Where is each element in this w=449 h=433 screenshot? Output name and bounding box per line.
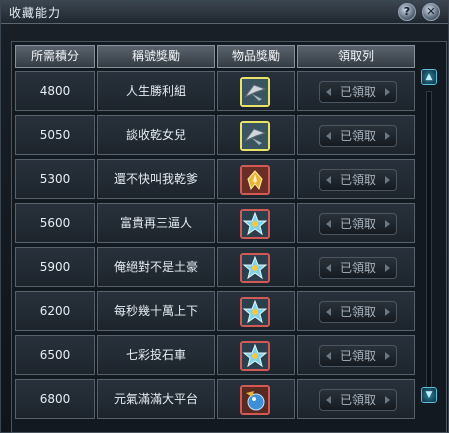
title-cell: 元氣滿滿大平台	[97, 379, 215, 419]
reward-row: 6500 七彩投石車 已領取	[15, 335, 415, 375]
title-reward-text: 俺絕對不是土豪	[113, 260, 198, 274]
points-cell: 5600	[15, 203, 95, 243]
points-cell: 6800	[15, 379, 95, 419]
title-cell: 俺絕對不是土豪	[97, 247, 215, 287]
points-value: 4800	[39, 84, 71, 98]
claimed-button[interactable]: 已領取	[319, 213, 397, 235]
claimed-button[interactable]: 已領取	[319, 389, 397, 411]
claimed-button[interactable]: 已領取	[319, 345, 397, 367]
title-reward-text: 談收乾女兒	[125, 128, 186, 142]
claim-cell: 已領取	[297, 247, 415, 287]
reward-row: 4800 人生勝利組 已領取	[15, 71, 415, 111]
title-reward-text: 還不快叫我乾爹	[113, 172, 198, 186]
reward-row: 5900 俺絕對不是土豪 已領取	[15, 247, 415, 287]
title-reward-text: 元氣滿滿大平台	[113, 392, 198, 406]
glider-icon[interactable]	[240, 121, 270, 151]
item-cell	[217, 335, 295, 375]
title-cell: 每秒幾十萬上下	[97, 291, 215, 331]
claim-cell: 已領取	[297, 379, 415, 419]
star-gem-icon[interactable]	[240, 341, 270, 371]
item-cell	[217, 203, 295, 243]
item-cell	[217, 159, 295, 199]
title-bar: 收藏能力 ? ✕	[1, 1, 448, 24]
star-gem-icon[interactable]	[240, 297, 270, 327]
claim-cell: 已領取	[297, 291, 415, 331]
claimed-button[interactable]: 已領取	[319, 301, 397, 323]
item-cell	[217, 71, 295, 111]
scroll-track[interactable]	[426, 91, 432, 403]
item-cell	[217, 291, 295, 331]
claim-cell: 已領取	[297, 115, 415, 155]
points-value: 5900	[39, 260, 71, 274]
header-claim: 領取列	[297, 45, 415, 68]
window-title: 收藏能力	[9, 6, 62, 20]
help-button[interactable]: ?	[398, 3, 416, 21]
header-item-reward: 物品獎勵	[217, 45, 295, 68]
points-value: 5050	[39, 128, 71, 142]
header-points: 所需積分	[15, 45, 95, 68]
claim-cell: 已領取	[297, 159, 415, 199]
title-reward-text: 七彩投石車	[125, 348, 186, 362]
title-cell: 富貴再三逼人	[97, 203, 215, 243]
points-value: 6800	[39, 392, 71, 406]
title-reward-text: 人生勝利組	[125, 84, 186, 98]
reward-row: 5300 還不快叫我乾爹 已領取	[15, 159, 415, 199]
points-value: 6500	[39, 348, 71, 362]
reward-row: 5600 富貴再三逼人 已領取	[15, 203, 415, 243]
reward-row: 6800 元氣滿滿大平台 已領取	[15, 379, 415, 419]
claim-cell: 已領取	[297, 203, 415, 243]
item-cell	[217, 115, 295, 155]
points-cell: 6200	[15, 291, 95, 331]
points-cell: 5050	[15, 115, 95, 155]
points-value: 5300	[39, 172, 71, 186]
claimed-button[interactable]: 已領取	[319, 125, 397, 147]
reward-row: 6200 每秒幾十萬上下 已領取	[15, 291, 415, 331]
title-reward-text: 每秒幾十萬上下	[113, 304, 198, 318]
header-title-reward: 稱號獎勵	[97, 45, 215, 68]
title-cell: 人生勝利組	[97, 71, 215, 111]
title-cell: 還不快叫我乾爹	[97, 159, 215, 199]
golden-wings-icon[interactable]	[240, 165, 270, 195]
scroll-up-button[interactable]: ▲	[421, 69, 437, 85]
glider-icon[interactable]	[240, 77, 270, 107]
points-cell: 4800	[15, 71, 95, 111]
scrollbar[interactable]: ▲ ▼	[419, 69, 439, 429]
title-cell: 七彩投石車	[97, 335, 215, 375]
title-cell: 談收乾女兒	[97, 115, 215, 155]
close-button[interactable]: ✕	[422, 3, 440, 21]
reward-row: 5050 談收乾女兒 已領取	[15, 115, 415, 155]
claimed-button[interactable]: 已領取	[319, 257, 397, 279]
item-cell	[217, 247, 295, 287]
title-reward-text: 富貴再三逼人	[119, 216, 192, 230]
item-cell	[217, 379, 295, 419]
points-value: 6200	[39, 304, 71, 318]
claimed-button[interactable]: 已領取	[319, 81, 397, 103]
claim-cell: 已領取	[297, 71, 415, 111]
scroll-down-button[interactable]: ▼	[421, 387, 437, 403]
points-cell: 5900	[15, 247, 95, 287]
collection-window: 收藏能力 ? ✕ 所需積分 稱號獎勵 物品獎勵 領取列 4800 人生勝利組 已領取…	[0, 0, 449, 433]
claim-cell: 已領取	[297, 335, 415, 375]
points-cell: 6500	[15, 335, 95, 375]
points-cell: 5300	[15, 159, 95, 199]
star-gem-icon[interactable]	[240, 209, 270, 239]
claimed-button[interactable]: 已領取	[319, 169, 397, 191]
orb-icon[interactable]	[240, 385, 270, 415]
points-value: 5600	[39, 216, 71, 230]
star-gem-icon[interactable]	[240, 253, 270, 283]
